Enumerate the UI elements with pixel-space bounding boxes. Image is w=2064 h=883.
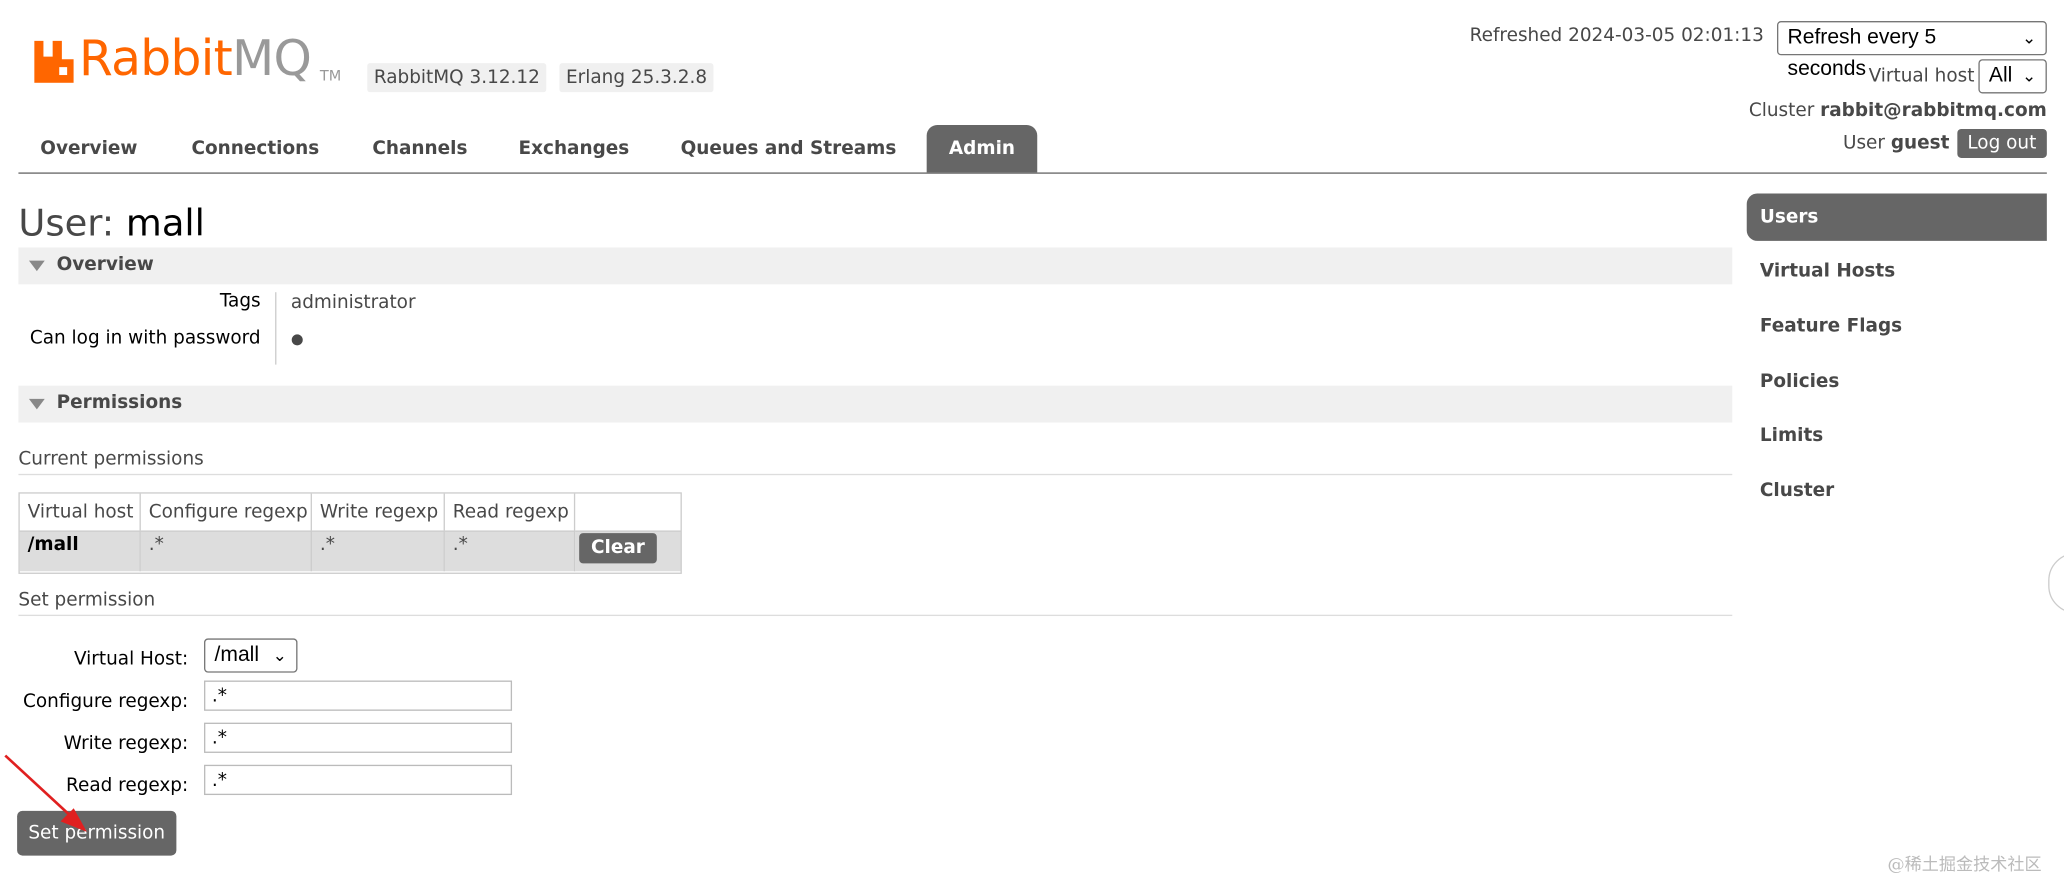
chevron-down-icon: ⌄ (2021, 65, 2037, 86)
sidebar-item-limits[interactable]: Limits (1747, 412, 2047, 459)
watermark: @稀土掘金技术社区 (1887, 855, 2042, 876)
cluster-name: rabbit@rabbitmq.com (1820, 100, 2047, 122)
vhost-form-select[interactable]: /mall ⌄ (204, 638, 298, 673)
rabbit-icon (34, 40, 74, 83)
tab-admin[interactable]: Admin (926, 125, 1038, 173)
table-cell-vhost: /mall (19, 530, 141, 572)
clear-permission-button[interactable]: Clear (579, 533, 657, 564)
tab-overview[interactable]: Overview (18, 125, 159, 172)
logo-wordmark: RabbitMQ (78, 30, 312, 87)
column-header: Write regexp (312, 493, 445, 531)
divider (18, 473, 1733, 476)
page-title: User: mall (18, 201, 204, 244)
cluster-info: Cluster rabbit@rabbitmq.com (1749, 100, 2047, 121)
sidebar-item-policies[interactable]: Policies (1747, 358, 2047, 405)
column-header: Configure regexp (141, 493, 312, 531)
column-header-actions (575, 494, 680, 531)
read-regexp-input[interactable]: .* (204, 764, 513, 796)
permissions-section-toggle[interactable]: Permissions (18, 385, 1733, 423)
current-permissions-heading: Current permissions (18, 448, 204, 470)
red-arrow-annotation (4, 754, 87, 832)
virtual-host-label: Virtual host (1868, 65, 1975, 87)
write-regexp-input[interactable]: .* (204, 722, 513, 753)
tab-connections[interactable]: Connections (172, 125, 338, 172)
password-login-indicator: ● (290, 330, 304, 348)
table-cell-write: .* (311, 530, 445, 572)
erlang-version-badge: Erlang 25.3.2.8 (559, 63, 714, 93)
chevron-down-icon: ⌄ (2021, 27, 2037, 48)
tab-exchanges[interactable]: Exchanges (500, 125, 647, 172)
virtual-host-select[interactable]: All ⌄ (1978, 59, 2047, 94)
tab-queues-and-streams[interactable]: Queues and Streams (663, 125, 913, 172)
tags-value: administrator (290, 292, 416, 314)
collapse-triangle-icon (28, 260, 45, 272)
permissions-table: Virtual host Configure regexp Write rege… (18, 492, 682, 574)
password-login-label: Can log in with password (29, 327, 261, 349)
table-cell-read: .* (444, 530, 576, 572)
sidebar-item-virtual-hosts[interactable]: Virtual Hosts (1747, 247, 2047, 294)
permissions-section-heading: Permissions (56, 392, 183, 414)
column-header: Read regexp (445, 493, 576, 531)
sidebar-item-feature-flags[interactable]: Feature Flags (1747, 303, 2047, 350)
sidebar-item-users[interactable]: Users (1746, 193, 2047, 241)
overview-section-toggle[interactable]: Overview (18, 247, 1733, 285)
page-title-user: mall (125, 201, 205, 245)
refreshed-timestamp: Refreshed 2024-03-05 02:01:13 (1469, 25, 1764, 47)
write-regexp-label: Write regexp: (63, 733, 189, 755)
rabbitmq-version-badge: RabbitMQ 3.12.12 (367, 63, 547, 93)
table-cell-configure: .* (140, 530, 312, 572)
kv-divider (275, 292, 277, 365)
sidebar-item-cluster[interactable]: Cluster (1747, 467, 2047, 514)
tags-label: Tags (219, 290, 261, 312)
column-header: Virtual host (20, 493, 141, 531)
logo-trademark: TM (319, 67, 342, 85)
set-permission-heading: Set permission (18, 589, 156, 611)
side-scroll-handle[interactable] (2048, 552, 2064, 614)
chevron-down-icon: ⌄ (272, 644, 287, 665)
collapse-triangle-icon (28, 398, 45, 410)
configure-regexp-label: Configure regexp: (23, 691, 189, 713)
tab-channels[interactable]: Channels (354, 125, 486, 172)
main-nav: Overview Connections Channels Exchanges … (18, 125, 2047, 174)
cluster-label: Cluster (1748, 100, 1815, 122)
divider (18, 614, 1733, 617)
overview-section-heading: Overview (56, 254, 154, 276)
vhost-form-label: Virtual Host: (73, 648, 189, 670)
page-title-prefix: User: (18, 201, 115, 245)
configure-regexp-input[interactable]: .* (204, 680, 513, 711)
refresh-interval-select[interactable]: Refresh every 5 seconds ⌄ (1777, 21, 2047, 80)
